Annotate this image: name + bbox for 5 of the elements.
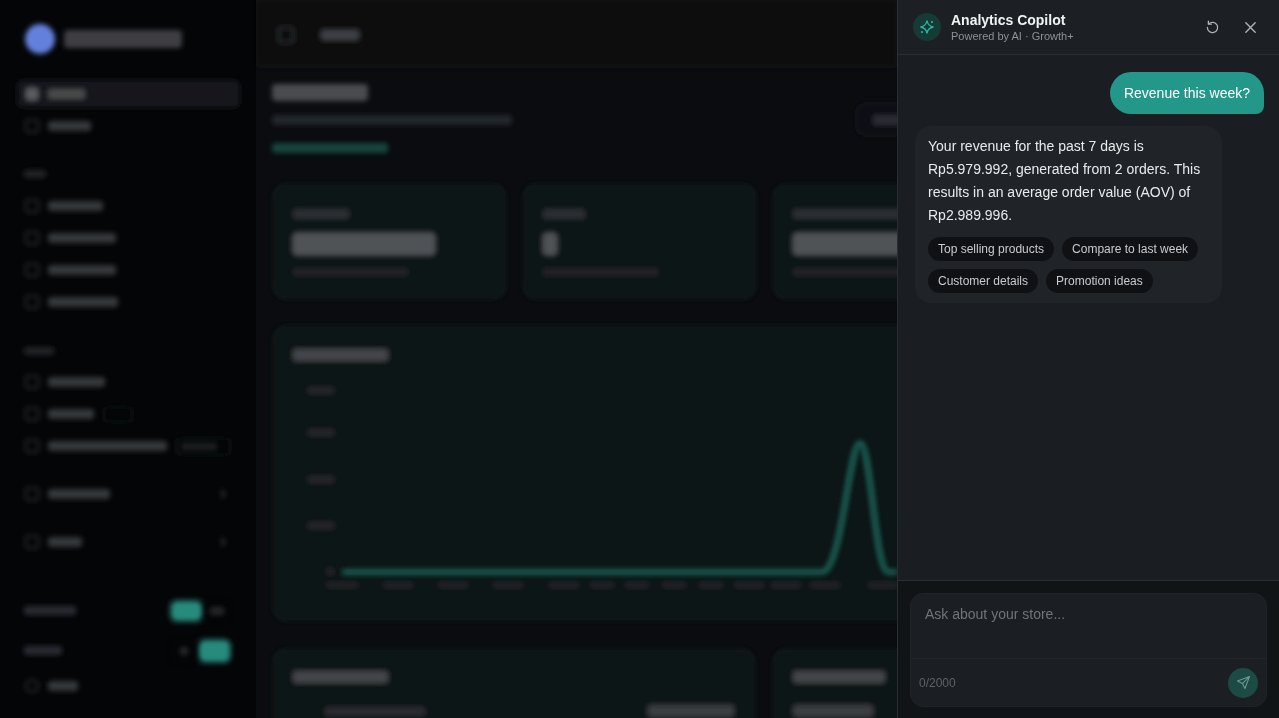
character-counter: 0/2000 [919, 675, 956, 690]
user-message: Revenue this week? [1109, 72, 1264, 114]
panel-title: Analytics Copilot [951, 11, 1066, 29]
panel-subtitle: Powered by AI · Growth+ [951, 28, 1074, 43]
assistant-message: Your revenue for the past 7 days is Rp5.979.992, generated from 2 orders. This results in an average order value (AOV) of Rp2.989.996. [928, 137, 1202, 225]
